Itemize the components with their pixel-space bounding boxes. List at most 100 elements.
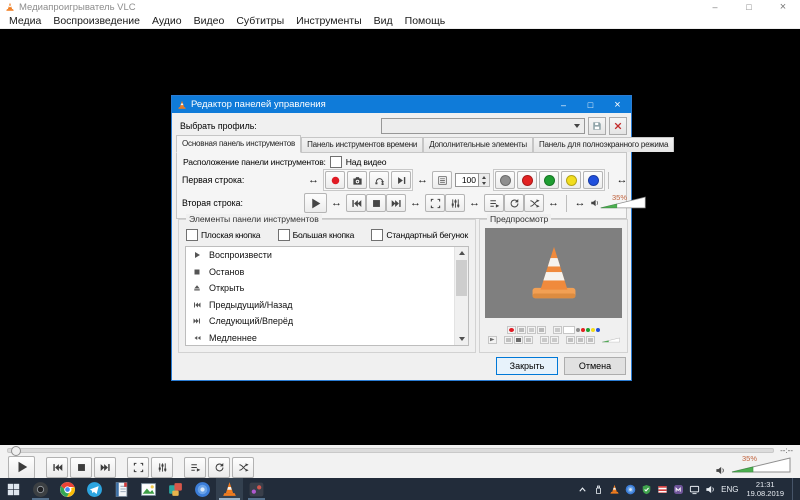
maximize-button[interactable] <box>732 0 766 14</box>
spinbox-value[interactable]: 100 <box>455 173 479 187</box>
volume-slider[interactable]: 35% <box>730 454 792 478</box>
fullscreen-widget[interactable] <box>425 194 445 212</box>
spin-down-arrow[interactable] <box>479 180 489 186</box>
native-slider-option[interactable]: Стандартный бегунок <box>371 229 468 241</box>
hidden-icons-chevron[interactable] <box>577 484 588 495</box>
network-icon[interactable] <box>689 484 700 495</box>
playlist-widget[interactable] <box>484 194 504 212</box>
fullscreen-button[interactable] <box>127 456 149 478</box>
menu-media[interactable]: Медиа <box>3 15 47 27</box>
menu-playback[interactable]: Воспроизведение <box>47 15 146 27</box>
shuffle-button[interactable] <box>232 456 254 478</box>
extended-settings-button[interactable] <box>151 456 173 478</box>
equalizer-widget[interactable] <box>445 194 465 212</box>
taskbar-vlc[interactable] <box>216 478 243 500</box>
above-video-checkbox[interactable] <box>329 156 342 168</box>
checkbox[interactable] <box>186 229 198 241</box>
tab-advanced-widget[interactable]: Дополнительные элементы <box>423 137 533 152</box>
tab-main-toolbar[interactable]: Основная панель инструментов <box>176 135 302 153</box>
dialog-minimize-button[interactable] <box>550 96 577 113</box>
minimize-button[interactable] <box>698 0 732 14</box>
save-profile-button[interactable] <box>588 117 606 135</box>
playlist-button[interactable] <box>184 456 206 478</box>
dialog-maximize-button[interactable] <box>577 96 604 113</box>
scroll-up-arrow[interactable] <box>455 247 468 259</box>
close-button[interactable] <box>766 0 800 14</box>
next-widget[interactable] <box>386 194 406 212</box>
profile-combobox[interactable] <box>381 118 585 134</box>
seek-handle[interactable] <box>11 446 21 456</box>
scroll-down-arrow[interactable] <box>455 333 468 345</box>
close-dialog-button[interactable]: Закрыть <box>496 357 558 375</box>
dialog-window-controls <box>550 96 631 113</box>
stop-button[interactable] <box>70 456 92 478</box>
loop-widget[interactable] <box>504 194 524 212</box>
show-desktop-button[interactable] <box>792 478 797 500</box>
list-item-stop[interactable]: Останов <box>186 264 468 281</box>
antivirus-shield-icon[interactable] <box>641 484 652 495</box>
teletext-yellow-button[interactable] <box>561 171 581 189</box>
list-item-next[interactable]: Следующий/Вперёд <box>186 313 468 330</box>
striped-flag-tray-icon[interactable] <box>657 484 668 495</box>
ab-loop-button[interactable] <box>369 171 389 189</box>
taskbar-browser-dark[interactable] <box>27 478 54 500</box>
taskbar-photos[interactable] <box>135 478 162 500</box>
shuffle-widget[interactable] <box>524 194 544 212</box>
usb-tray-icon[interactable] <box>593 484 604 495</box>
taskbar-app-blue[interactable] <box>189 478 216 500</box>
menu-video[interactable]: Видео <box>188 15 231 27</box>
speaker-icon[interactable] <box>715 465 726 476</box>
purple-m-app-icon[interactable] <box>673 484 684 495</box>
checkbox[interactable] <box>371 229 384 241</box>
taskbar-notepad[interactable] <box>108 478 135 500</box>
list-item-open[interactable]: Открыть <box>186 280 468 297</box>
teletext-green-button[interactable] <box>539 171 559 189</box>
previous-button[interactable] <box>46 456 68 478</box>
delete-profile-button[interactable] <box>609 117 627 135</box>
loop-button[interactable] <box>208 456 230 478</box>
menu-subtitles[interactable]: Субтитры <box>230 15 290 27</box>
menus-button[interactable] <box>432 171 452 189</box>
blue-app-tray-icon[interactable] <box>625 484 636 495</box>
flat-button-option[interactable]: Плоская кнопка <box>186 229 261 241</box>
menu-tools[interactable]: Инструменты <box>290 15 367 27</box>
teletext-red-button[interactable] <box>517 171 537 189</box>
taskbar-app-misc[interactable] <box>162 478 189 500</box>
start-button[interactable] <box>0 478 27 500</box>
teletext-gray-button[interactable] <box>495 171 515 189</box>
cancel-button[interactable]: Отмена <box>564 357 626 375</box>
list-item-play[interactable]: Воспроизвести <box>186 247 468 264</box>
list-scrollbar[interactable] <box>454 247 468 345</box>
menu-help[interactable]: Помощь <box>399 15 452 27</box>
taskbar-chrome[interactable] <box>54 478 81 500</box>
frame-by-frame-button[interactable] <box>391 171 411 189</box>
record-button[interactable] <box>325 171 345 189</box>
snapshot-button[interactable] <box>347 171 367 189</box>
previous-widget[interactable] <box>346 194 366 212</box>
big-button-option[interactable]: Большая кнопка <box>277 229 354 241</box>
taskbar-app-dark[interactable] <box>243 478 270 500</box>
language-indicator[interactable]: ENG <box>721 485 738 494</box>
record-icon <box>330 175 341 186</box>
teletext-blue-button[interactable] <box>583 171 603 189</box>
volume-widget[interactable]: 35% <box>600 193 646 211</box>
next-button[interactable] <box>94 456 116 478</box>
scrollbar-thumb[interactable] <box>456 260 467 296</box>
taskbar-telegram[interactable] <box>81 478 108 500</box>
clock[interactable]: 21:31 19.08.2019 <box>743 480 787 499</box>
tab-time-toolbar[interactable]: Панель инструментов времени <box>301 137 424 152</box>
play-button[interactable] <box>8 455 35 479</box>
checkbox[interactable] <box>277 229 290 241</box>
play-widget[interactable] <box>304 193 327 213</box>
seek-slider[interactable] <box>7 446 775 456</box>
menu-view[interactable]: Вид <box>368 15 399 27</box>
list-item-slower[interactable]: Медленнее <box>186 330 468 346</box>
dialog-close-button[interactable] <box>604 96 631 113</box>
tab-fullscreen-controller[interactable]: Панель для полноэкранного режима <box>532 137 675 152</box>
menu-audio[interactable]: Аудио <box>146 15 188 27</box>
list-item-previous[interactable]: Предыдущий/Назад <box>186 297 468 314</box>
teletext-page-spinbox[interactable]: 100 <box>455 173 490 187</box>
vlc-tray-icon[interactable] <box>609 484 620 495</box>
stop-widget[interactable] <box>366 194 386 212</box>
volume-tray-icon[interactable] <box>705 484 716 495</box>
